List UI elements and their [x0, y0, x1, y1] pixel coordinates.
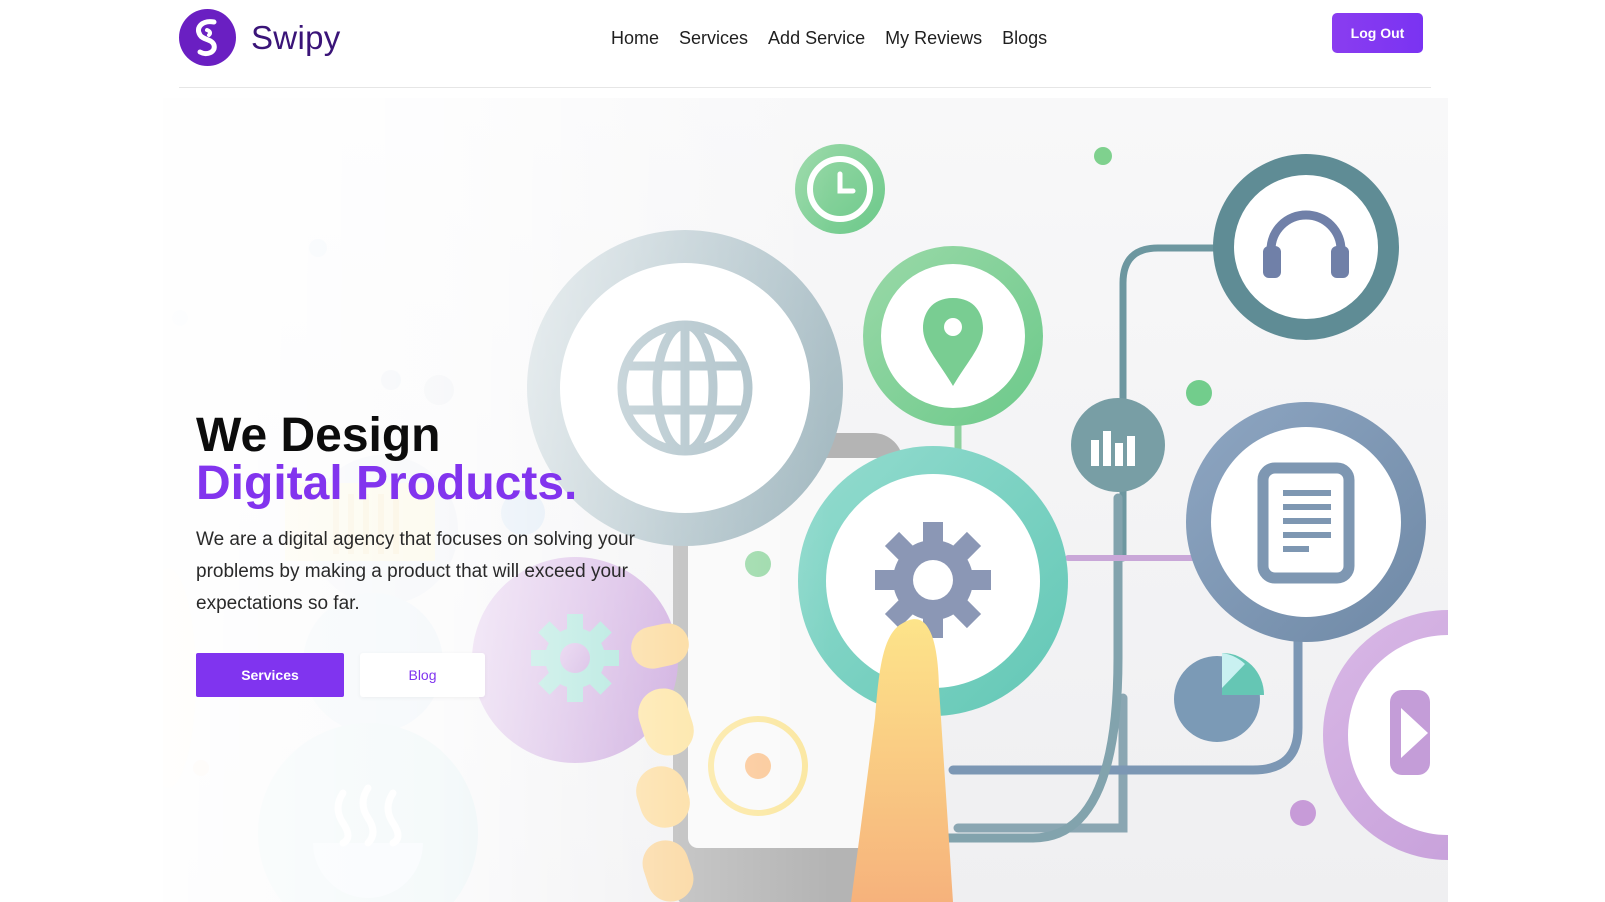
main-nav: Home Services Add Service My Reviews Blo…	[601, 26, 1057, 50]
pie-chart-icon	[1174, 653, 1264, 742]
headphones-icon	[1213, 154, 1399, 340]
site-header: Swipy Home Services Add Service My Revie…	[0, 0, 1605, 88]
services-button[interactable]: Services	[196, 653, 344, 697]
brand-name: Swipy	[251, 18, 341, 56]
nav-blogs[interactable]: Blogs	[992, 26, 1057, 50]
hero-description: We are a digital agency that focuses on …	[196, 529, 636, 614]
nav-home[interactable]: Home	[601, 26, 669, 50]
hero-title-line1: We Design	[196, 409, 441, 462]
clock-icon	[795, 144, 885, 234]
logout-button[interactable]: Log Out	[1332, 13, 1423, 53]
nav-add-service[interactable]: Add Service	[758, 26, 875, 50]
play-icon	[1323, 610, 1448, 860]
nav-my-reviews[interactable]: My Reviews	[875, 26, 992, 50]
header-divider	[179, 87, 1431, 88]
bar-chart-icon	[1071, 398, 1165, 492]
document-icon	[1186, 402, 1426, 642]
hero-title-line2: Digital Products.	[196, 457, 578, 510]
brand-logo[interactable]: Swipy	[179, 9, 341, 66]
s-swirl-logo-icon	[179, 9, 236, 66]
gear-small-icon	[531, 614, 619, 702]
blog-button[interactable]: Blog	[360, 653, 485, 697]
nav-services[interactable]: Services	[669, 26, 758, 50]
location-pin-icon	[863, 246, 1043, 426]
